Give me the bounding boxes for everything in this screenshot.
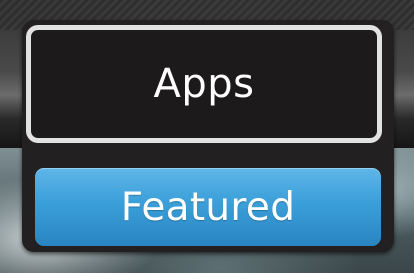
apps-menu-item[interactable]: Apps xyxy=(26,25,382,143)
featured-menu-item-label: Featured xyxy=(120,184,296,230)
flyout-menu: Apps Featured xyxy=(22,20,394,252)
apps-menu-item-label: Apps xyxy=(153,61,255,107)
featured-menu-item[interactable]: Featured xyxy=(35,168,381,246)
screen: Apps Featured xyxy=(0,0,414,273)
